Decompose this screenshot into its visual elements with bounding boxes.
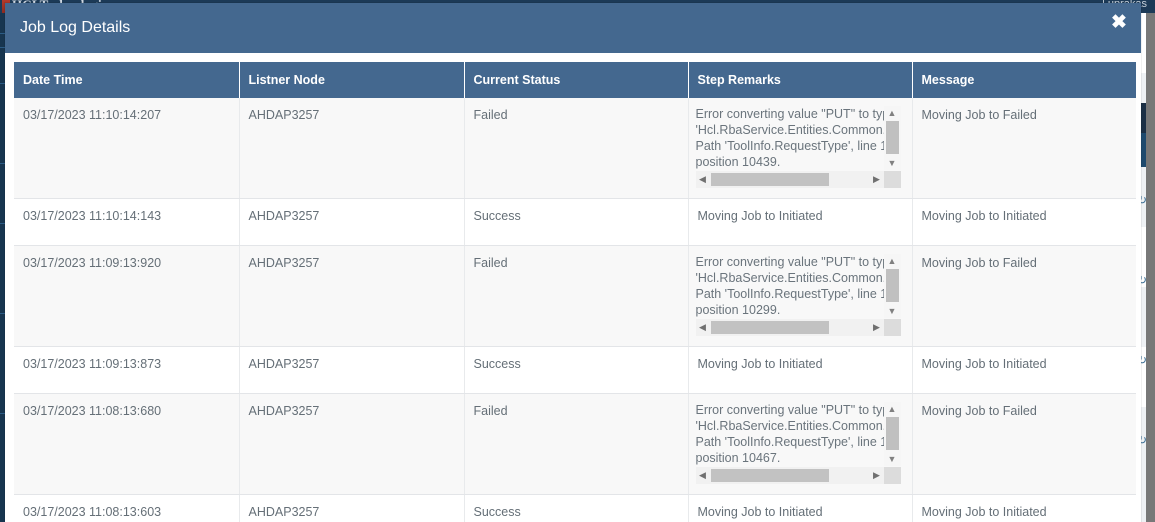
cell-listner-node: AHDAP3257	[239, 393, 465, 495]
scrollbar-corner	[883, 171, 901, 188]
table-row[interactable]: 03/17/2023 11:08:13:603 AHDAP3257 Success M…	[14, 494, 1136, 522]
step-remarks-text: Error converting value "PUT" to type 'Hcl…	[695, 107, 884, 169]
cell-current-status: Success	[464, 494, 689, 522]
cell-step-remarks: Error converting value "PUT" to type 'Hcl…	[688, 393, 913, 495]
step-remarks-vertical-scrollbar[interactable]: ▲ ▼	[883, 106, 901, 170]
scroll-down-icon[interactable]: ▼	[884, 156, 901, 170]
cell-current-status: Failed	[464, 393, 689, 495]
cell-step-remarks: Error converting value "PUT" to type 'Hcl…	[688, 245, 913, 347]
cell-current-status: Failed	[464, 245, 689, 347]
scroll-right-icon[interactable]: ▶	[870, 319, 884, 336]
close-icon[interactable]: ✖	[1108, 12, 1130, 34]
vertical-scroll-thumb[interactable]	[885, 417, 899, 450]
cell-date-time: 03/17/2023 11:09:13:920	[14, 245, 240, 347]
table-row[interactable]: 03/17/2023 11:08:13:680 AHDAP3257 Failed Er…	[14, 393, 1136, 495]
cell-step-remarks: Error converting value "PUT" to type 'Hcl…	[688, 98, 913, 199]
column-header-date-time[interactable]: Date Time	[14, 62, 240, 98]
vertical-scroll-thumb[interactable]	[885, 121, 899, 154]
modal-title: Job Log Details	[20, 19, 131, 36]
horizontal-scroll-thumb[interactable]	[710, 321, 829, 334]
cell-message: Moving Job to Failed	[912, 393, 1136, 495]
job-log-table: Date Time Listner Node Current Status St…	[14, 62, 1136, 522]
cell-message: Moving Job to Failed	[912, 98, 1136, 199]
horizontal-scroll-thumb[interactable]	[710, 173, 829, 186]
scroll-up-icon[interactable]: ▲	[884, 106, 901, 120]
cell-step-remarks: Moving Job to Initiated	[688, 198, 913, 246]
cell-date-time: 03/17/2023 11:10:14:143	[14, 198, 240, 246]
scroll-down-icon[interactable]: ▼	[884, 304, 901, 318]
scroll-up-icon[interactable]: ▲	[884, 254, 901, 268]
column-header-message[interactable]: Message	[912, 62, 1136, 98]
cell-listner-node: AHDAP3257	[239, 494, 465, 522]
cell-listner-node: AHDAP3257	[239, 245, 465, 347]
step-remarks-text: Error converting value "PUT" to type 'Hcl…	[695, 403, 884, 465]
cell-message: Moving Job to Initiated	[912, 346, 1136, 394]
cell-current-status: Success	[464, 346, 689, 394]
table-row[interactable]: 03/17/2023 11:10:14:143 AHDAP3257 Success M…	[14, 198, 1136, 246]
cell-message: Moving Job to Initiated	[912, 494, 1136, 522]
cell-listner-node: AHDAP3257	[239, 346, 465, 394]
scroll-left-icon[interactable]: ◀	[696, 171, 710, 188]
page-vertical-scrollbar[interactable]	[1146, 13, 1155, 522]
modal-header: Job Log Details ✖	[5, 3, 1141, 53]
cell-listner-node: AHDAP3257	[239, 98, 465, 199]
cell-date-time: 03/17/2023 11:08:13:680	[14, 393, 240, 495]
cell-date-time: 03/17/2023 11:08:13:603	[14, 494, 240, 522]
step-remarks-horizontal-scrollbar[interactable]: ◀ ▶	[695, 319, 884, 336]
cell-listner-node: AHDAP3257	[239, 198, 465, 246]
job-log-details-modal: Job Log Details ✖ Date Time Listner Node…	[5, 3, 1141, 522]
horizontal-scroll-thumb[interactable]	[710, 469, 829, 482]
step-remarks-horizontal-scrollbar[interactable]: ◀ ▶	[695, 171, 884, 188]
cell-current-status: Failed	[464, 98, 689, 199]
scroll-down-icon[interactable]: ▼	[884, 452, 901, 466]
table-body: 03/17/2023 11:10:14:207 AHDAP3257 Failed Er…	[14, 98, 1136, 522]
step-remarks-vertical-scrollbar[interactable]: ▲ ▼	[883, 254, 901, 318]
column-header-listner-node[interactable]: Listner Node	[239, 62, 465, 98]
table-header-row: Date Time Listner Node Current Status St…	[14, 62, 1136, 98]
modal-body: Date Time Listner Node Current Status St…	[5, 53, 1141, 522]
cell-date-time: 03/17/2023 11:10:14:207	[14, 98, 240, 199]
column-header-current-status[interactable]: Current Status	[464, 62, 689, 98]
table-row[interactable]: 03/17/2023 11:09:13:873 AHDAP3257 Success M…	[14, 346, 1136, 394]
step-remarks-scroll-box[interactable]: Error converting value "PUT" to type 'Hcl…	[695, 402, 905, 484]
step-remarks-scroll-box[interactable]: Error converting value "PUT" to type 'Hcl…	[695, 106, 905, 188]
vertical-scroll-thumb[interactable]	[885, 269, 899, 302]
step-remarks-text: Error converting value "PUT" to type 'Hcl…	[695, 255, 884, 317]
scroll-up-icon[interactable]: ▲	[884, 402, 901, 416]
cell-message: Moving Job to Initiated	[912, 198, 1136, 246]
step-remarks-scroll-box[interactable]: Error converting value "PUT" to type 'Hcl…	[695, 254, 905, 336]
scrollbar-corner	[883, 319, 901, 336]
scroll-right-icon[interactable]: ▶	[870, 467, 884, 484]
step-remarks-horizontal-scrollbar[interactable]: ◀ ▶	[695, 467, 884, 484]
cell-message: Moving Job to Failed	[912, 245, 1136, 347]
cell-current-status: Success	[464, 198, 689, 246]
scroll-left-icon[interactable]: ◀	[696, 319, 710, 336]
cell-step-remarks: Moving Job to Initiated	[688, 346, 913, 394]
table-row[interactable]: 03/17/2023 11:10:14:207 AHDAP3257 Failed Er…	[14, 98, 1136, 199]
scroll-right-icon[interactable]: ▶	[870, 171, 884, 188]
step-remarks-vertical-scrollbar[interactable]: ▲ ▼	[883, 402, 901, 466]
cell-date-time: 03/17/2023 11:09:13:873	[14, 346, 240, 394]
scrollbar-corner	[883, 467, 901, 484]
cell-step-remarks: Moving Job to Initiated	[688, 494, 913, 522]
table-row[interactable]: 03/17/2023 11:09:13:920 AHDAP3257 Failed Er…	[14, 245, 1136, 347]
column-header-step-remarks[interactable]: Step Remarks	[688, 62, 913, 98]
scroll-left-icon[interactable]: ◀	[696, 467, 710, 484]
